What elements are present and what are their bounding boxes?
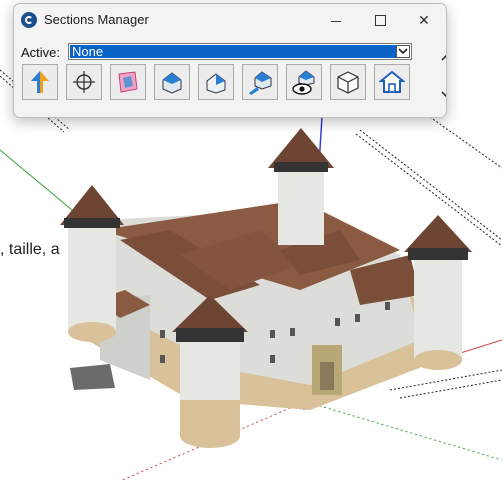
maximize-button[interactable] xyxy=(358,4,402,36)
cube-icon xyxy=(337,71,359,94)
house-outline-button[interactable] xyxy=(374,64,410,100)
maximize-icon xyxy=(374,14,386,26)
house-eye-button[interactable] xyxy=(286,64,322,100)
minimize-button[interactable] xyxy=(314,4,358,36)
toolbar-scroll-control[interactable] xyxy=(438,46,446,108)
house-section-arrow-button[interactable] xyxy=(242,64,278,100)
sections-manager-tool-button[interactable] xyxy=(22,64,58,100)
house-section-icon xyxy=(162,72,182,94)
green-axis-dotted xyxy=(299,399,502,461)
house-section-button-2[interactable] xyxy=(198,64,234,100)
house-eye-icon xyxy=(292,70,315,95)
section-plane-tool-button[interactable] xyxy=(66,64,102,100)
active-label: Active: xyxy=(21,45,61,60)
close-button[interactable]: ✕ xyxy=(402,4,446,36)
active-section-value: None xyxy=(70,45,396,58)
scroll-up-icon xyxy=(441,54,446,61)
house-section-arrow-icon xyxy=(249,71,272,95)
house-section-alt-icon xyxy=(206,73,226,94)
close-icon: ✕ xyxy=(418,11,430,28)
display-section-cut-icon xyxy=(118,71,138,93)
active-section-select[interactable]: None xyxy=(68,43,412,60)
sections-manager-icon xyxy=(31,71,49,93)
title-bar[interactable]: Sections Manager ✕ xyxy=(14,4,446,36)
minimize-icon xyxy=(331,20,341,22)
scroll-down-icon xyxy=(441,91,446,98)
display-section-cut-button[interactable] xyxy=(110,64,146,100)
sections-manager-window[interactable]: Sections Manager ✕ Active: None xyxy=(13,3,447,118)
section-plane-target-icon xyxy=(73,71,95,93)
background-text: , taille, a xyxy=(0,241,60,258)
cube-button[interactable] xyxy=(330,64,366,100)
house-section-button-1[interactable] xyxy=(154,64,190,100)
sketchup-app-icon xyxy=(21,12,37,28)
house-outline-icon xyxy=(379,70,405,93)
window-title: Sections Manager xyxy=(44,12,149,27)
chevron-down-icon[interactable] xyxy=(396,45,410,58)
